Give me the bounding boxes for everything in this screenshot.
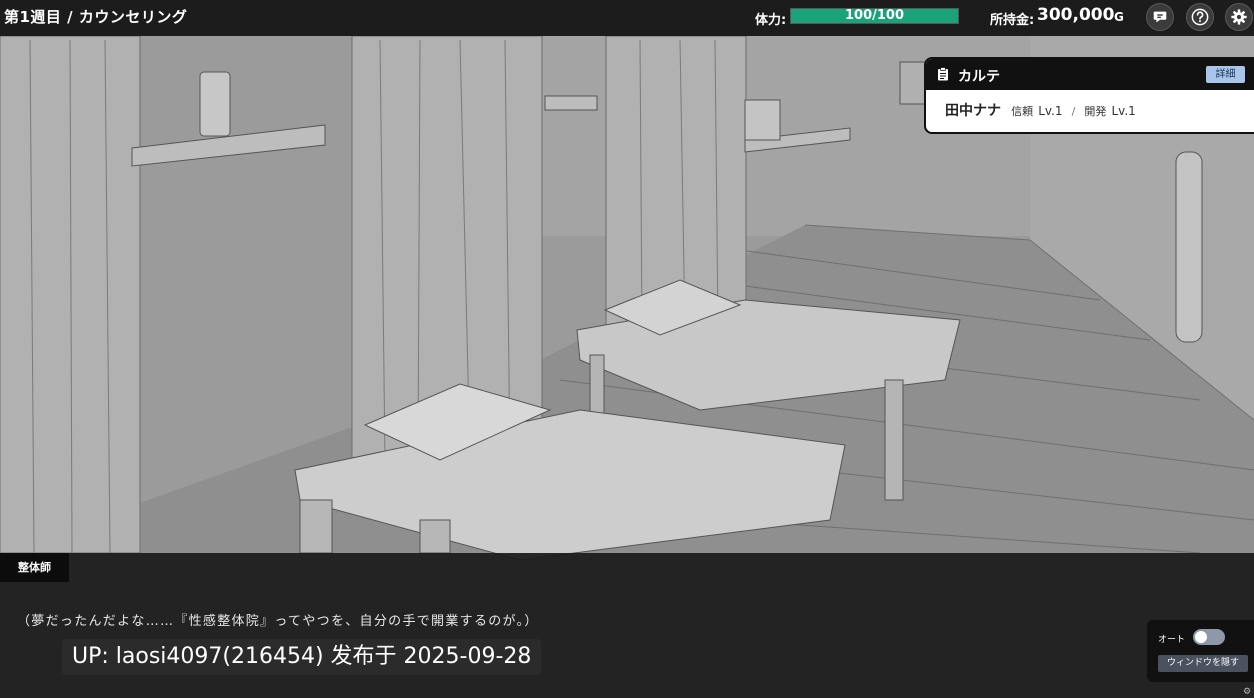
trust-label: 信頼 [1011, 105, 1034, 118]
hp-bar: 100/100 [790, 8, 959, 24]
top-status-bar: 第1週目 / カウンセリング 体力: 100/100 所持金: 300,000 … [0, 0, 1254, 36]
dev-label: 開発 [1084, 105, 1107, 118]
speaker-name: 整体師 [0, 553, 69, 582]
hide-window-button[interactable]: ウィンドウを隠す [1158, 655, 1248, 672]
auto-controls: オート ウィンドウを隠す [1147, 620, 1254, 682]
money-label: 所持金: [990, 13, 1035, 28]
gear-icon [1231, 9, 1247, 25]
hp-label: 体力: [755, 13, 787, 28]
log-button[interactable] [1146, 3, 1174, 31]
money-value: 300,000 [1037, 5, 1115, 25]
auto-label: オート [1158, 635, 1186, 645]
help-button[interactable] [1186, 3, 1214, 31]
clipboard-icon [938, 67, 948, 81]
patient-name: 田中ナナ [945, 103, 1001, 119]
karte-panel: カルテ 詳細 田中ナナ 信頼 Lv.1 / 開発 Lv.1 [924, 57, 1254, 134]
upload-watermark: UP: laosi4097(216454) 发布于 2025-09-28 [62, 639, 542, 675]
karte-detail-button[interactable]: 詳細 [1206, 66, 1245, 83]
karte-patient-row[interactable]: 田中ナナ 信頼 Lv.1 / 開発 Lv.1 [945, 100, 1136, 120]
auto-toggle[interactable] [1193, 629, 1225, 645]
stage-title: 第1週目 / カウンセリング [4, 8, 188, 26]
hp-value: 100/100 [844, 8, 905, 23]
auto-toggle-knob [1195, 631, 1207, 643]
karte-header: カルテ 詳細 [926, 59, 1254, 90]
corner-gear-icon[interactable]: ⚙ [1243, 687, 1251, 697]
money-unit: G [1114, 10, 1124, 24]
dialogue-box[interactable]: 整体師 （夢だったんだよな……『性感整体院』ってやつを、自分の手で開業するのが。… [0, 553, 1254, 698]
settings-button[interactable] [1225, 3, 1253, 31]
karte-title: カルテ [958, 69, 1000, 85]
dev-level: Lv.1 [1111, 104, 1136, 118]
dialogue-text: （夢だったんだよな……『性感整体院』ってやつを、自分の手で開業するのが。） [17, 614, 539, 629]
trust-level: Lv.1 [1038, 104, 1063, 118]
help-icon [1191, 8, 1209, 26]
stat-separator: / [1071, 105, 1076, 118]
chat-icon [1153, 11, 1167, 23]
